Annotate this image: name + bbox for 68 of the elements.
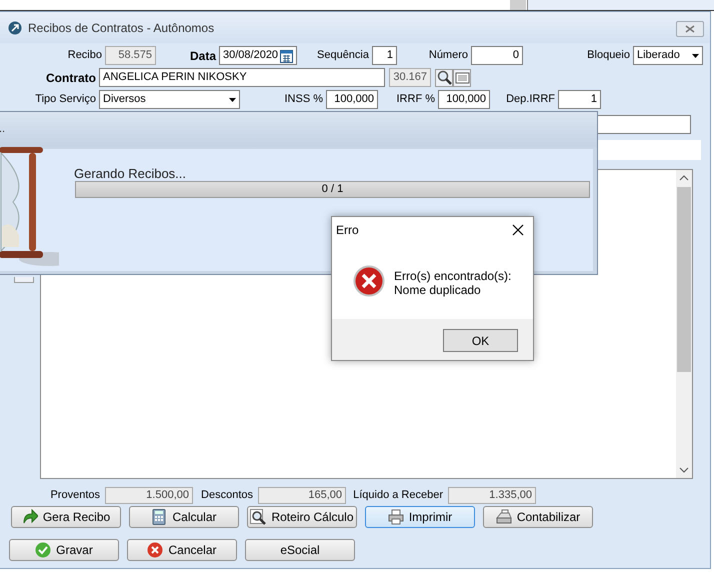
search-button[interactable] xyxy=(435,68,453,86)
code-field[interactable]: 30.167 xyxy=(389,68,431,87)
progress-message: Gerando Recibos... xyxy=(74,165,186,183)
field-label: Tipo Serviço xyxy=(34,92,96,108)
close-icon xyxy=(685,25,695,33)
number-field[interactable]: 100,000 xyxy=(326,90,378,109)
list-icon xyxy=(454,70,470,84)
field-label: Contrato xyxy=(45,70,96,86)
number-field[interactable]: 0 xyxy=(471,46,523,65)
calculator-icon xyxy=(151,509,168,525)
number-field[interactable]: 1 xyxy=(558,90,601,109)
list-button[interactable] xyxy=(453,68,471,86)
calendar-icon[interactable] xyxy=(280,48,293,62)
field-label: Bloqueio xyxy=(586,48,630,64)
field-label: IRRF % xyxy=(396,92,435,108)
field-label: Sequência xyxy=(316,48,369,64)
text-field[interactable]: ANGELICA PERIN NIKOSKY xyxy=(99,68,385,87)
number-field[interactable]: 1 xyxy=(372,46,397,65)
total-label: Proventos xyxy=(49,488,100,504)
action-button[interactable]: Gravar xyxy=(9,539,119,561)
dropdown[interactable]: Diversos xyxy=(99,90,240,109)
cancel-icon xyxy=(147,542,164,558)
action-button[interactable]: Gera Recibo xyxy=(11,506,121,528)
dialog-title: Erro xyxy=(335,222,360,239)
action-button[interactable]: Contabilizar xyxy=(483,506,593,528)
action-button[interactable]: eSocial xyxy=(245,539,355,561)
window-title: Recibos de Contratos - Autônomos xyxy=(28,20,214,36)
dropdown[interactable]: Liberado xyxy=(633,46,703,65)
total-field: 1.500,00 xyxy=(105,487,193,504)
action-button[interactable]: Cancelar xyxy=(127,539,237,561)
total-field: 165,00 xyxy=(258,487,346,504)
readonly-field[interactable]: 58.575 xyxy=(105,46,156,65)
dropdown-arrow-icon xyxy=(229,98,236,102)
field-label: Dep.IRRF xyxy=(505,92,555,108)
check-icon xyxy=(35,542,52,558)
scrollbar xyxy=(510,0,526,10)
app-icon xyxy=(8,20,22,34)
action-button[interactable]: Roteiro Cálculo xyxy=(247,506,357,528)
total-label: Líquido a Receber xyxy=(352,488,443,504)
field-label: INSS % xyxy=(283,92,323,108)
search-icon xyxy=(436,70,452,85)
date-field[interactable]: 30/08/2020 xyxy=(219,46,297,65)
field-label: Recibo xyxy=(66,48,102,64)
total-field: 1.335,00 xyxy=(448,487,536,504)
text-field[interactable] xyxy=(598,140,701,160)
tool-button[interactable] xyxy=(14,277,34,283)
printer-icon xyxy=(388,509,404,525)
error-message: Erro(s) encontrado(s): Nome duplicado xyxy=(394,269,512,297)
scroll-up-icon[interactable] xyxy=(679,175,689,181)
total-label: Descontos xyxy=(200,488,253,504)
action-button[interactable]: Calcular xyxy=(129,506,239,528)
ok-button[interactable]: OK xyxy=(443,329,518,352)
action-button[interactable]: Imprimir xyxy=(365,506,475,528)
cash-register-icon xyxy=(496,509,512,525)
arrow-icon xyxy=(22,509,38,525)
search-icon xyxy=(250,509,266,525)
scrollbar[interactable] xyxy=(676,170,692,478)
dialog-title: .. xyxy=(0,122,6,138)
error-icon xyxy=(353,265,385,297)
number-field[interactable]: 100,000 xyxy=(438,90,490,109)
field-label: Número xyxy=(428,48,468,64)
text-field[interactable] xyxy=(596,115,691,134)
scroll-down-icon[interactable] xyxy=(679,467,689,473)
dropdown-arrow-icon xyxy=(692,54,699,58)
scroll-thumb[interactable] xyxy=(677,187,691,372)
field-label: Data xyxy=(188,48,216,64)
close-icon xyxy=(511,223,525,237)
progress-text: 0 / 1 xyxy=(320,182,344,197)
